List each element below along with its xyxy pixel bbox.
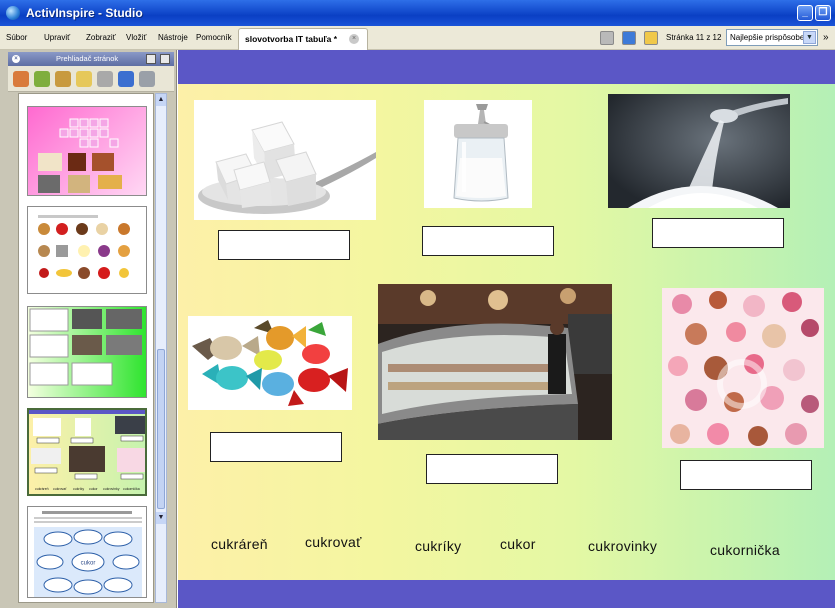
answer-box-2[interactable]: [422, 226, 554, 256]
title-bar: ActivInspire - Studio _ ❐: [0, 0, 835, 26]
zoom-select[interactable]: Najlepšie prispôsobenie ▼: [726, 29, 818, 46]
browser-pin-icon[interactable]: [146, 54, 156, 64]
word-card-3[interactable]: cukríky: [415, 538, 461, 554]
thumbnail-1-preview: [38, 118, 122, 193]
thumbnail-5-center-word: cukor: [81, 561, 96, 567]
desktop-annotate-icon[interactable]: [622, 31, 636, 45]
property-browser-icon[interactable]: [97, 71, 113, 87]
notes-browser-icon[interactable]: [76, 71, 92, 87]
thumbnail-4-preview: cukráreň cukrovať cukríky cukor cukrovin…: [29, 410, 145, 491]
page-thumbnail-3[interactable]: [27, 306, 147, 398]
browser-close-icon[interactable]: [160, 54, 170, 64]
pastry-shop-image[interactable]: [378, 284, 612, 440]
page-browser-panel: × Prehliadač stránok cukráreň cukrovať c…: [0, 50, 177, 608]
folder-icon[interactable]: [644, 31, 658, 45]
menu-bar: Súbor Upraviť Zobraziť Vložiť Nástroje P…: [0, 26, 835, 50]
answer-box-5[interactable]: [426, 454, 558, 484]
pouring-sugar-illustration: [628, 98, 788, 208]
page-view-icon[interactable]: [600, 31, 614, 45]
restore-icon[interactable]: ❐: [815, 5, 831, 21]
page-thumbnail-5[interactable]: cukor: [27, 506, 147, 598]
canvas-bottom-band: [178, 580, 835, 608]
answer-box-6[interactable]: [680, 460, 812, 490]
thumbnail-2-preview: [38, 215, 130, 279]
sugar-dispenser-image[interactable]: [424, 100, 532, 208]
page-browser-icon[interactable]: [13, 71, 29, 87]
thumbnail-4-word-1: cukráreň: [35, 487, 49, 491]
thumbnail-4-word-4: cukor: [89, 487, 98, 491]
thumbnail-3-preview: [29, 308, 142, 386]
word-card-5[interactable]: cukrovinky: [588, 538, 657, 554]
sweets-pattern-image[interactable]: [662, 288, 824, 448]
browser-toolbar: [8, 66, 174, 92]
close-tab-icon[interactable]: ×: [349, 34, 359, 44]
object-browser-icon[interactable]: [55, 71, 71, 87]
thumbnail-4-word-3: cukríky: [73, 487, 84, 491]
menu-insert[interactable]: Vložiť: [126, 33, 146, 42]
page-thumbnail-2[interactable]: [27, 206, 147, 294]
flipchart-canvas: cukráreň cukrovať cukríky cukor cukrovin…: [178, 84, 835, 580]
word-card-1[interactable]: cukráreň: [211, 536, 268, 552]
sugar-cubes-illustration: [198, 121, 376, 214]
activinspire-window: ActivInspire - Studio _ ❐ Súbor Upraviť …: [0, 0, 835, 608]
word-card-2[interactable]: cukrovať: [305, 534, 362, 550]
scrollbar-thumb[interactable]: [157, 349, 165, 509]
chevron-down-icon[interactable]: ▼: [156, 512, 166, 524]
pouring-sugar-image[interactable]: [608, 94, 790, 208]
menu-help[interactable]: Pomocník: [196, 33, 232, 42]
page-browser-header: × Prehliadač stránok: [8, 52, 174, 66]
page-thumbnail-list: cukráreň cukrovať cukríky cukor cukrovin…: [18, 93, 154, 603]
sugar-dispenser-illustration: [453, 104, 509, 202]
word-card-6[interactable]: cukornička: [710, 542, 780, 558]
page-browser-title: Prehliadač stránok: [56, 54, 119, 63]
word-card-4[interactable]: cukor: [500, 536, 536, 552]
thumbnail-scrollbar[interactable]: ▲ ▼: [155, 93, 167, 603]
document-tab-title: slovotvorba IT tabuľa *: [245, 34, 338, 44]
chevron-down-icon[interactable]: ▼: [803, 31, 816, 44]
close-browser-icon[interactable]: ×: [12, 55, 20, 63]
menu-file[interactable]: Súbor: [6, 33, 27, 42]
window-title: ActivInspire - Studio: [26, 6, 143, 20]
menu-tools[interactable]: Nástroje: [158, 33, 188, 42]
sweets-pattern-illustration: [668, 291, 819, 446]
answer-box-3[interactable]: [652, 218, 784, 248]
candies-image[interactable]: [188, 316, 352, 410]
thumbnail-4-word-5: cukrovinky: [103, 487, 120, 491]
menu-edit[interactable]: Upraviť: [44, 33, 70, 42]
answer-box-1[interactable]: [218, 230, 350, 260]
voting-browser-icon[interactable]: [139, 71, 155, 87]
thumbnail-4-word-6: cukornička: [123, 487, 140, 491]
sugar-cubes-image[interactable]: [194, 100, 376, 220]
activinspire-logo-icon: [6, 6, 20, 20]
chevron-up-icon[interactable]: ▲: [156, 94, 166, 106]
document-tab[interactable]: slovotvorba IT tabuľa * ×: [238, 28, 368, 50]
answer-box-4[interactable]: [210, 432, 342, 462]
toolbar-overflow-icon[interactable]: »: [823, 32, 829, 43]
thumbnail-5-preview: cukor: [34, 511, 142, 597]
action-browser-icon[interactable]: [118, 71, 134, 87]
page-thumbnail-4[interactable]: cukráreň cukrovať cukríky cukor cukrovin…: [27, 408, 147, 496]
minimize-icon[interactable]: _: [797, 5, 813, 21]
thumbnail-4-word-2: cukrovať: [53, 487, 67, 491]
candies-illustration: [192, 320, 348, 406]
menu-view[interactable]: Zobraziť: [86, 33, 116, 42]
resource-browser-icon[interactable]: [34, 71, 50, 87]
canvas-top-band: [178, 50, 835, 84]
pastry-shop-illustration: [378, 284, 612, 440]
page-indicator: Stránka 11 z 12: [666, 33, 722, 42]
page-thumbnail-1[interactable]: [27, 106, 147, 196]
